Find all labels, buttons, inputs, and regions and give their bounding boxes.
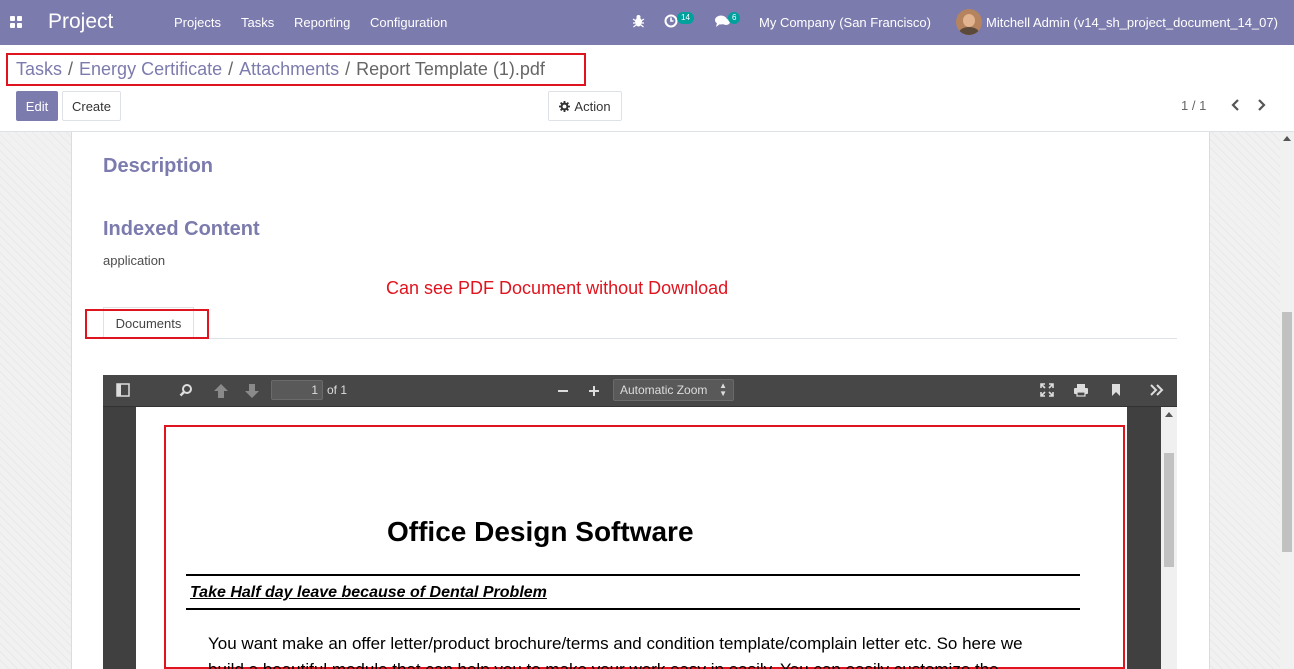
message-count-badge: 6 — [728, 12, 741, 24]
pdf-rule-bottom — [186, 608, 1080, 610]
zoom-out-icon[interactable] — [555, 383, 571, 399]
pdf-paragraph-line-1: You want make an offer letter/product br… — [208, 634, 1023, 653]
description-label: Description — [103, 155, 214, 177]
highlight-box-tab — [85, 309, 209, 339]
pdf-document-heading: Take Half day leave because of Dental Pr… — [190, 584, 547, 601]
pdf-toolbar: 1 of 1 Automatic Zoom ▲ ▼ — [103, 375, 1177, 407]
page-count: of 1 — [327, 383, 348, 397]
page-number-input[interactable]: 1 — [271, 380, 323, 400]
pdf-scrollbar[interactable] — [1161, 407, 1177, 669]
annotation-text: Can see PDF Document without Download — [386, 278, 729, 298]
gear-icon — [559, 100, 571, 112]
control-panel: Tasks / Energy Certificate / Attachments / Rep… — [0, 45, 1294, 132]
tab-divider — [86, 338, 1177, 339]
menu-tasks[interactable]: Tasks — [241, 15, 274, 30]
menu-configuration[interactable]: Configuration — [370, 15, 447, 30]
fullscreen-icon[interactable] — [1040, 383, 1056, 399]
bug-icon[interactable] — [632, 14, 645, 31]
action-button[interactable]: Action — [548, 91, 622, 121]
scroll-up-icon[interactable] — [1283, 136, 1291, 141]
pdf-paragraph-line-2: build a beautiful module that can help y… — [208, 660, 999, 669]
edit-button[interactable]: Edit — [16, 91, 58, 121]
menu-reporting[interactable]: Reporting — [294, 15, 350, 30]
menu-projects[interactable]: Projects — [174, 15, 221, 30]
indexed-content-value: application — [103, 253, 166, 268]
search-icon[interactable] — [179, 383, 195, 399]
apps-icon[interactable] — [10, 16, 23, 29]
pdf-scroll-up-icon[interactable] — [1165, 412, 1173, 417]
scrollbar-thumb[interactable] — [1282, 312, 1292, 552]
pdf-rule-top — [186, 574, 1080, 576]
indexed-content-label: Indexed Content — [103, 218, 260, 240]
pdf-document-title: Office Design Software — [387, 516, 694, 547]
highlight-box-breadcrumb — [6, 53, 586, 86]
pager-previous-icon[interactable] — [1229, 96, 1243, 114]
zoom-value: Automatic Zoom — [620, 383, 708, 397]
pdf-scrollbar-thumb[interactable] — [1164, 453, 1174, 567]
tools-menu-icon[interactable] — [1149, 383, 1165, 399]
activity-count-badge: 14 — [677, 12, 694, 24]
select-caret-icon: ▲ ▼ — [719, 381, 727, 398]
bookmark-icon[interactable] — [1110, 383, 1126, 399]
zoom-select[interactable]: Automatic Zoom ▲ ▼ — [613, 379, 734, 401]
clock-icon[interactable] — [664, 14, 678, 31]
create-button[interactable]: Create — [62, 91, 121, 121]
sidebar-toggle-icon[interactable] — [116, 383, 132, 399]
action-label: Action — [574, 98, 611, 114]
user-menu[interactable]: Mitchell Admin (v14_sh_project_document_… — [986, 15, 1278, 30]
app-name[interactable]: Project — [48, 10, 113, 34]
pager-value[interactable]: 1 / 1 — [1181, 98, 1206, 113]
top-navbar: Project Projects Tasks Reporting Configu… — [0, 0, 1294, 45]
zoom-in-icon[interactable] — [586, 383, 602, 399]
previous-page-icon[interactable] — [213, 383, 229, 399]
company-switcher[interactable]: My Company (San Francisco) — [759, 15, 931, 30]
avatar[interactable] — [956, 9, 982, 35]
next-page-icon[interactable] — [244, 383, 260, 399]
pager-next-icon[interactable] — [1256, 96, 1270, 114]
page-scrollbar[interactable] — [1280, 132, 1294, 669]
print-icon[interactable] — [1073, 383, 1089, 399]
